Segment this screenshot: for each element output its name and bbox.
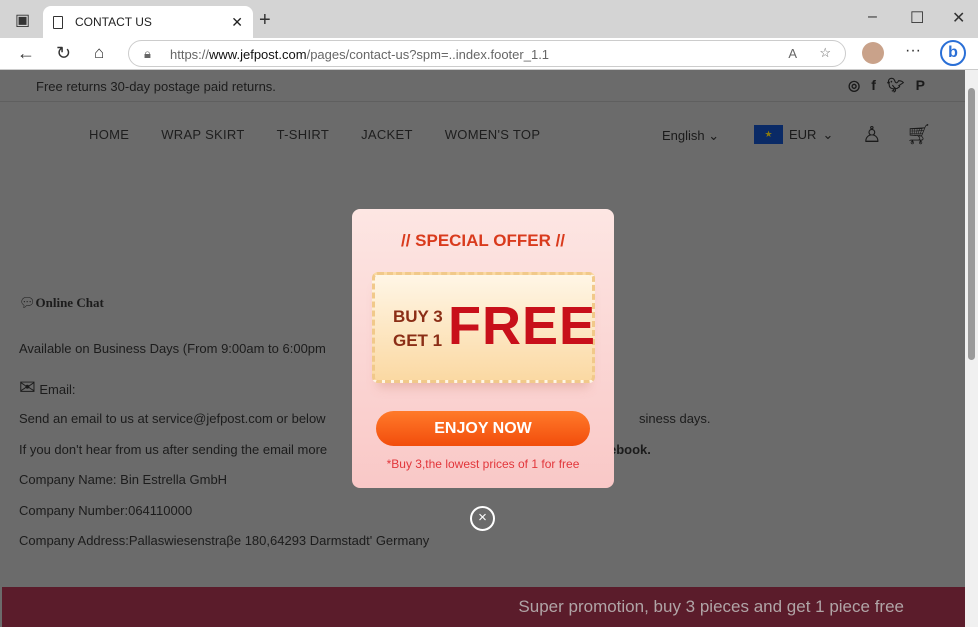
coupon-ticket: BUY 3 GET 1 FREE [372, 272, 595, 383]
url-prefix: https:// [170, 47, 210, 62]
close-popup-icon[interactable]: × [470, 506, 495, 531]
announcement-text: Free returns 30-day postage paid returns… [36, 79, 276, 94]
url-path: /pages/contact-us?spm=..index.footer_1.1 [306, 47, 550, 62]
currency-select[interactable]: ★ EUR ⌄ [754, 125, 833, 144]
close-tab-icon[interactable]: ✕ [231, 14, 243, 31]
tab-title: CONTACT US [75, 15, 152, 29]
minimize-icon[interactable]: – [868, 8, 877, 26]
favorite-icon[interactable]: ☆ [819, 45, 831, 61]
profile-avatar[interactable] [862, 42, 884, 64]
twitter-icon[interactable]: 🐦︎ [887, 77, 905, 94]
facebook-icon[interactable]: f [871, 77, 876, 94]
new-tab-icon[interactable]: + [259, 9, 271, 32]
facebook-link[interactable]: ebook. [609, 442, 651, 457]
close-window-icon[interactable]: ✕ [952, 8, 965, 28]
address-bar-row: ← ↻ ⌂ 🔒︎ https://www.jefpost.com/pages/c… [0, 38, 978, 70]
language-value: English [662, 128, 705, 143]
more-icon[interactable]: ··· [905, 42, 921, 60]
url-input[interactable]: 🔒︎ https://www.jefpost.com/pages/contact… [128, 40, 846, 67]
scrollbar[interactable] [965, 70, 978, 627]
online-chat-heading: Online Chat [35, 295, 104, 310]
nav-wrap-skirt[interactable]: WRAP SKIRT [161, 127, 244, 142]
availability-text: Available on Business Days (From 9:00am … [19, 341, 326, 356]
main-nav: HOME WRAP SKIRT T-SHIRT JACKET WOMEN'S T… [89, 127, 540, 142]
company-name: Company Name: Bin Estrella GmbH [19, 472, 228, 487]
envelope-icon: ✉ [19, 377, 36, 399]
cart-icon[interactable]: 🛒︎ [906, 122, 931, 147]
bing-icon[interactable]: b [940, 40, 966, 66]
tab-actions-icon[interactable]: ▣ [15, 10, 30, 30]
chevron-down-icon: ⌄ [708, 128, 720, 143]
lock-icon[interactable]: 🔒︎ [144, 46, 151, 62]
scrollbar-thumb[interactable] [968, 88, 975, 360]
back-icon[interactable]: ← [17, 43, 35, 64]
instagram-icon[interactable]: ◎ [848, 77, 860, 94]
email-text-end: siness days. [639, 411, 711, 426]
free-text: FREE [448, 296, 597, 356]
eu-flag-icon: ★ [754, 125, 783, 144]
nav-home[interactable]: HOME [89, 127, 129, 142]
email-heading: Email: [39, 382, 76, 397]
special-offer-popup: // SPECIAL OFFER // BUY 3 GET 1 FREE ENJO… [352, 209, 614, 488]
account-icon[interactable]: ♙ [862, 122, 882, 148]
pinterest-icon[interactable]: P [916, 77, 925, 94]
company-number: Company Number:064110000 [19, 503, 193, 518]
enjoy-now-button[interactable]: ENJOY NOW [376, 411, 590, 446]
language-select[interactable]: English ⌄ [662, 128, 719, 144]
buy-text: BUY 3 [393, 307, 443, 326]
followup-text: If you don't hear from us after sending … [19, 442, 328, 457]
chat-icon: 💬︎ [19, 295, 36, 310]
currency-value: EUR [789, 127, 817, 142]
page-icon [53, 15, 63, 29]
chevron-down-icon: ⌄ [822, 126, 834, 142]
tab-bar: ▣ CONTACT US ✕ + – ☐ ✕ [0, 0, 978, 38]
home-icon[interactable]: ⌂ [94, 43, 104, 63]
promo-bar[interactable]: Super promotion, buy 3 pieces and get 1 … [2, 587, 965, 627]
read-aloud-icon[interactable]: A [788, 46, 797, 61]
popup-title: // SPECIAL OFFER // [400, 231, 566, 250]
nav-womens-top[interactable]: WOMEN'S TOP [445, 127, 541, 142]
url-domain: www.jefpost.com [209, 47, 307, 62]
get-text: GET 1 [393, 331, 443, 350]
offer-note: *Buy 3,the lowest prices of 1 for free [386, 457, 580, 471]
maximize-icon[interactable]: ☐ [910, 8, 924, 28]
nav-jacket[interactable]: JACKET [361, 127, 413, 142]
email-text: Send an email to us at service@jefpost.c… [19, 411, 326, 426]
company-address: Company Address:Pallaswiesenstraβe 180,6… [19, 533, 430, 548]
refresh-icon[interactable]: ↻ [56, 43, 71, 64]
tab-contact-us[interactable]: CONTACT US ✕ [43, 6, 253, 38]
nav-t-shirt[interactable]: T-SHIRT [277, 127, 329, 142]
announcement-bar: Free returns 30-day postage paid returns… [0, 70, 965, 102]
